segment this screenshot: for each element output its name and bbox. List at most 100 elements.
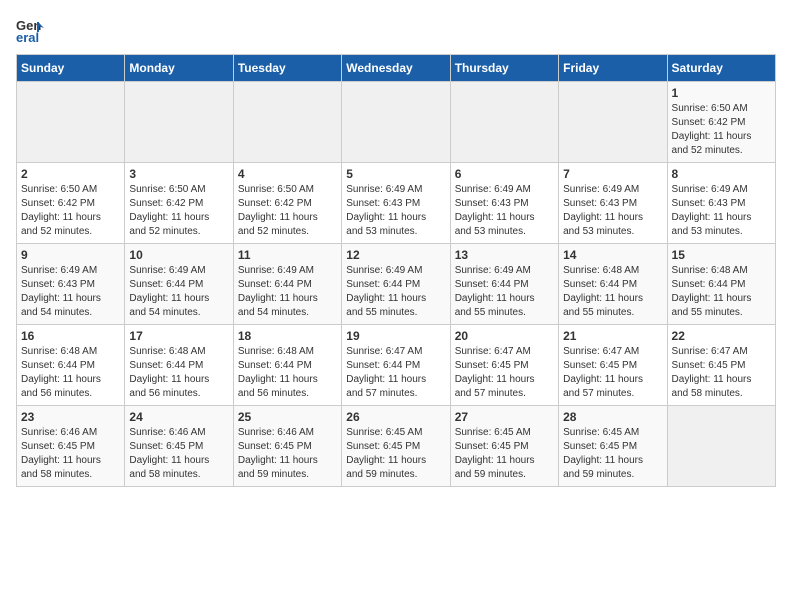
day-info: Sunrise: 6:49 AM Sunset: 6:43 PM Dayligh… xyxy=(672,183,771,239)
week-row-1: 2 Sunrise: 6:50 AM Sunset: 6:42 PM Daylig… xyxy=(17,163,776,244)
header-thursday: Thursday xyxy=(450,55,558,82)
week-row-0: 1 Sunrise: 6:50 AM Sunset: 6:42 PM Daylig… xyxy=(17,82,776,163)
day-number: 20 xyxy=(455,329,554,343)
header-saturday: Saturday xyxy=(667,55,775,82)
calendar-cell xyxy=(450,82,558,163)
day-number: 19 xyxy=(346,329,445,343)
day-info: Sunrise: 6:50 AM Sunset: 6:42 PM Dayligh… xyxy=(238,183,337,239)
header: Gen eral xyxy=(16,16,776,44)
calendar-cell xyxy=(125,82,233,163)
calendar-cell: 28 Sunrise: 6:45 AM Sunset: 6:45 PM Dayli… xyxy=(559,406,667,487)
day-info: Sunrise: 6:46 AM Sunset: 6:45 PM Dayligh… xyxy=(238,426,337,482)
day-number: 6 xyxy=(455,167,554,181)
day-number: 22 xyxy=(672,329,771,343)
day-number: 5 xyxy=(346,167,445,181)
day-info: Sunrise: 6:50 AM Sunset: 6:42 PM Dayligh… xyxy=(672,102,771,158)
week-row-2: 9Sunrise: 6:49 AM Sunset: 6:43 PM Daylig… xyxy=(17,244,776,325)
day-number: 1 xyxy=(672,86,771,100)
calendar-cell: 23 Sunrise: 6:46 AM Sunset: 6:45 PM Dayli… xyxy=(17,406,125,487)
calendar-cell: 14 Sunrise: 6:48 AM Sunset: 6:44 PM Dayli… xyxy=(559,244,667,325)
day-number: 11 xyxy=(238,248,337,262)
svg-text:eral: eral xyxy=(16,30,39,44)
day-info: Sunrise: 6:48 AM Sunset: 6:44 PM Dayligh… xyxy=(21,345,120,401)
day-info: Sunrise: 6:47 AM Sunset: 6:45 PM Dayligh… xyxy=(455,345,554,401)
calendar-cell xyxy=(559,82,667,163)
calendar-header-row: SundayMondayTuesdayWednesdayThursdayFrid… xyxy=(17,55,776,82)
week-row-3: 16 Sunrise: 6:48 AM Sunset: 6:44 PM Dayli… xyxy=(17,325,776,406)
day-info: Sunrise: 6:48 AM Sunset: 6:44 PM Dayligh… xyxy=(672,264,771,320)
day-number: 9 xyxy=(21,248,120,262)
calendar-cell: 7 Sunrise: 6:49 AM Sunset: 6:43 PM Daylig… xyxy=(559,163,667,244)
day-number: 18 xyxy=(238,329,337,343)
calendar-cell: 5Sunrise: 6:49 AM Sunset: 6:43 PM Daylig… xyxy=(342,163,450,244)
day-number: 17 xyxy=(129,329,228,343)
day-number: 16 xyxy=(21,329,120,343)
calendar-cell: 26 Sunrise: 6:45 AM Sunset: 6:45 PM Dayli… xyxy=(342,406,450,487)
calendar-cell: 8 Sunrise: 6:49 AM Sunset: 6:43 PM Daylig… xyxy=(667,163,775,244)
calendar-cell: 16 Sunrise: 6:48 AM Sunset: 6:44 PM Dayli… xyxy=(17,325,125,406)
calendar-cell: 11 Sunrise: 6:49 AM Sunset: 6:44 PM Dayli… xyxy=(233,244,341,325)
day-info: Sunrise: 6:46 AM Sunset: 6:45 PM Dayligh… xyxy=(21,426,120,482)
calendar-cell xyxy=(342,82,450,163)
day-info: Sunrise: 6:47 AM Sunset: 6:45 PM Dayligh… xyxy=(563,345,662,401)
calendar-cell: 25 Sunrise: 6:46 AM Sunset: 6:45 PM Dayli… xyxy=(233,406,341,487)
calendar-cell: 21 Sunrise: 6:47 AM Sunset: 6:45 PM Dayli… xyxy=(559,325,667,406)
day-info: Sunrise: 6:45 AM Sunset: 6:45 PM Dayligh… xyxy=(346,426,445,482)
day-info: Sunrise: 6:49 AM Sunset: 6:44 PM Dayligh… xyxy=(129,264,228,320)
logo: Gen eral xyxy=(16,16,48,44)
calendar-cell: 2 Sunrise: 6:50 AM Sunset: 6:42 PM Daylig… xyxy=(17,163,125,244)
calendar-cell: 10 Sunrise: 6:49 AM Sunset: 6:44 PM Dayli… xyxy=(125,244,233,325)
day-number: 26 xyxy=(346,410,445,424)
day-info: Sunrise: 6:48 AM Sunset: 6:44 PM Dayligh… xyxy=(238,345,337,401)
day-number: 24 xyxy=(129,410,228,424)
day-number: 23 xyxy=(21,410,120,424)
calendar-cell: 1 Sunrise: 6:50 AM Sunset: 6:42 PM Daylig… xyxy=(667,82,775,163)
calendar-cell: 6 Sunrise: 6:49 AM Sunset: 6:43 PM Daylig… xyxy=(450,163,558,244)
day-info: Sunrise: 6:49 AM Sunset: 6:44 PM Dayligh… xyxy=(238,264,337,320)
day-number: 25 xyxy=(238,410,337,424)
calendar-cell: 20 Sunrise: 6:47 AM Sunset: 6:45 PM Dayli… xyxy=(450,325,558,406)
calendar-cell xyxy=(233,82,341,163)
day-number: 4 xyxy=(238,167,337,181)
header-tuesday: Tuesday xyxy=(233,55,341,82)
day-number: 13 xyxy=(455,248,554,262)
day-number: 3 xyxy=(129,167,228,181)
day-info: Sunrise: 6:48 AM Sunset: 6:44 PM Dayligh… xyxy=(563,264,662,320)
day-info: Sunrise: 6:45 AM Sunset: 6:45 PM Dayligh… xyxy=(563,426,662,482)
day-number: 12 xyxy=(346,248,445,262)
calendar-cell: 27Sunrise: 6:45 AM Sunset: 6:45 PM Dayli… xyxy=(450,406,558,487)
header-wednesday: Wednesday xyxy=(342,55,450,82)
day-number: 21 xyxy=(563,329,662,343)
day-info: Sunrise: 6:49 AM Sunset: 6:43 PM Dayligh… xyxy=(455,183,554,239)
day-number: 28 xyxy=(563,410,662,424)
header-monday: Monday xyxy=(125,55,233,82)
day-info: Sunrise: 6:48 AM Sunset: 6:44 PM Dayligh… xyxy=(129,345,228,401)
day-info: Sunrise: 6:47 AM Sunset: 6:45 PM Dayligh… xyxy=(672,345,771,401)
day-info: Sunrise: 6:49 AM Sunset: 6:43 PM Dayligh… xyxy=(563,183,662,239)
calendar-cell xyxy=(17,82,125,163)
logo-icon: Gen eral xyxy=(16,16,44,44)
calendar-cell: 9Sunrise: 6:49 AM Sunset: 6:43 PM Daylig… xyxy=(17,244,125,325)
calendar-cell xyxy=(667,406,775,487)
day-info: Sunrise: 6:50 AM Sunset: 6:42 PM Dayligh… xyxy=(21,183,120,239)
calendar-cell: 15 Sunrise: 6:48 AM Sunset: 6:44 PM Dayli… xyxy=(667,244,775,325)
calendar-table: SundayMondayTuesdayWednesdayThursdayFrid… xyxy=(16,54,776,487)
day-info: Sunrise: 6:49 AM Sunset: 6:44 PM Dayligh… xyxy=(455,264,554,320)
header-sunday: Sunday xyxy=(17,55,125,82)
day-number: 8 xyxy=(672,167,771,181)
calendar-cell: 4 Sunrise: 6:50 AM Sunset: 6:42 PM Daylig… xyxy=(233,163,341,244)
day-info: Sunrise: 6:45 AM Sunset: 6:45 PM Dayligh… xyxy=(455,426,554,482)
calendar-cell: 3 Sunrise: 6:50 AM Sunset: 6:42 PM Daylig… xyxy=(125,163,233,244)
day-info: Sunrise: 6:47 AM Sunset: 6:44 PM Dayligh… xyxy=(346,345,445,401)
day-info: Sunrise: 6:46 AM Sunset: 6:45 PM Dayligh… xyxy=(129,426,228,482)
day-info: Sunrise: 6:50 AM Sunset: 6:42 PM Dayligh… xyxy=(129,183,228,239)
day-number: 14 xyxy=(563,248,662,262)
calendar-cell: 24 Sunrise: 6:46 AM Sunset: 6:45 PM Dayli… xyxy=(125,406,233,487)
week-row-4: 23 Sunrise: 6:46 AM Sunset: 6:45 PM Dayli… xyxy=(17,406,776,487)
day-number: 15 xyxy=(672,248,771,262)
day-number: 7 xyxy=(563,167,662,181)
day-number: 10 xyxy=(129,248,228,262)
calendar-cell: 17 Sunrise: 6:48 AM Sunset: 6:44 PM Dayli… xyxy=(125,325,233,406)
day-number: 2 xyxy=(21,167,120,181)
calendar-cell: 13 Sunrise: 6:49 AM Sunset: 6:44 PM Dayli… xyxy=(450,244,558,325)
